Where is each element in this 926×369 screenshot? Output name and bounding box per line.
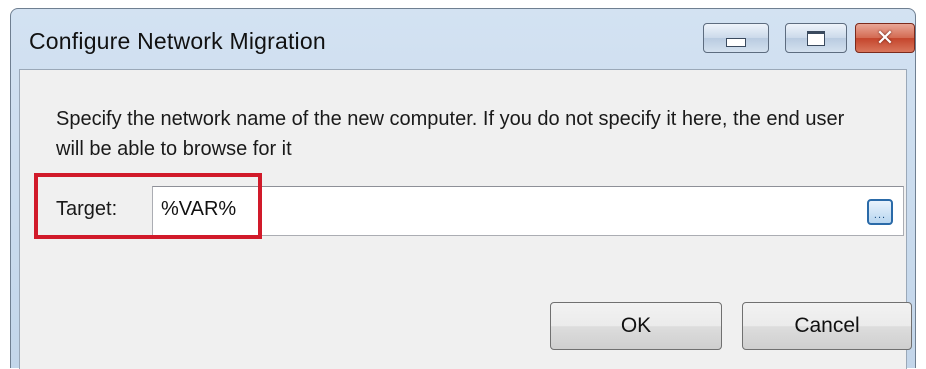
target-label: Target: (56, 198, 118, 220)
browse-button[interactable]: ... (867, 199, 893, 225)
ok-button[interactable]: OK (550, 302, 722, 350)
maximize-icon (807, 30, 825, 46)
target-input[interactable]: %VAR% ... (152, 186, 904, 236)
minimize-icon (726, 37, 746, 47)
instruction-text: Specify the network name of the new comp… (56, 108, 845, 160)
target-input-value[interactable]: %VAR% (161, 198, 236, 221)
dialog-window: Configure Network Migration ✕ Specify th… (10, 8, 916, 369)
maximize-button[interactable] (785, 23, 847, 53)
window-title: Configure Network Migration (29, 28, 326, 54)
cancel-button[interactable]: Cancel (742, 302, 912, 350)
target-row: Target: %VAR% ... (34, 186, 904, 236)
dialog-body: Specify the network name of the new comp… (19, 69, 912, 369)
close-icon: ✕ (875, 25, 895, 50)
close-button[interactable]: ✕ (855, 23, 915, 53)
browse-icon: ... (873, 209, 887, 221)
title-bar[interactable]: Configure Network Migration ✕ (11, 9, 915, 69)
minimize-button[interactable] (703, 23, 769, 53)
